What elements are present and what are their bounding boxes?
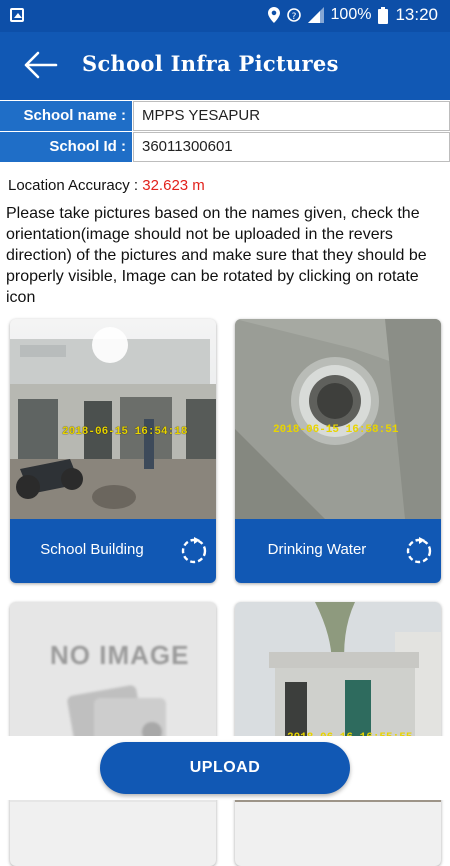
app-bar: School Infra Pictures	[0, 32, 450, 100]
photo-card-drinking-water[interactable]: 2018-06-15 16:58:51 Drinking Water	[235, 319, 441, 583]
location-icon	[267, 7, 280, 23]
photo-timestamp: 2018-06-15 16:58:51	[273, 424, 399, 436]
status-icons: ? 100% 13:20	[267, 5, 438, 25]
svg-text:?: ?	[291, 12, 296, 22]
drinking-water-photo: 2018-06-15 16:58:51	[235, 319, 441, 519]
photo-card-toilet[interactable]: 2018-06-16 16:55:55	[235, 602, 441, 866]
battery-percentage: 100%	[330, 6, 372, 23]
rotate-icon	[181, 537, 207, 564]
battery-icon	[378, 6, 389, 24]
status-bar: ? 100% 13:20	[0, 0, 450, 32]
card-label-school-building: School Building	[40, 541, 144, 558]
school-id-label: School Id :	[0, 132, 132, 162]
signal-icon	[307, 7, 324, 23]
upload-button[interactable]: UPLOAD	[100, 742, 350, 794]
page-title: School Infra Pictures	[82, 51, 339, 76]
back-button[interactable]	[22, 50, 58, 80]
clock: 13:20	[395, 5, 438, 24]
school-id-value: 36011300601	[133, 132, 450, 162]
wifi-icon: ?	[286, 8, 301, 22]
arrow-left-icon	[24, 51, 58, 79]
rotate-button[interactable]	[403, 535, 435, 567]
gallery-icon	[10, 8, 24, 22]
photo-card-empty[interactable]: NO IMAGE	[10, 602, 216, 866]
rotate-button[interactable]	[178, 535, 210, 567]
school-id-row: School Id : 36011300601	[0, 132, 450, 162]
school-name-row: School name : MPPS YESAPUR	[0, 101, 450, 131]
school-name-value: MPPS YESAPUR	[133, 101, 450, 131]
location-accuracy-value: 32.623 m	[142, 177, 205, 194]
instructions-text: Please take pictures based on the names …	[6, 205, 427, 306]
school-building-photo: 2018-06-15 16:54:18	[10, 319, 216, 519]
photo-card-school-building[interactable]: 2018-06-15 16:54:18 School Building	[10, 319, 216, 583]
rotate-icon	[406, 537, 432, 564]
location-accuracy-label: Location Accuracy :	[8, 177, 143, 194]
location-accuracy: Location Accuracy : 32.623 m	[8, 177, 205, 194]
bottom-bar: UPLOAD	[0, 736, 450, 800]
card-footer: School Building	[10, 519, 216, 583]
card-label-drinking-water: Drinking Water	[267, 541, 367, 558]
card-footer: Drinking Water	[235, 519, 441, 583]
school-name-label: School name :	[0, 101, 132, 131]
photo-timestamp: 2018-06-15 16:54:18	[62, 426, 188, 438]
